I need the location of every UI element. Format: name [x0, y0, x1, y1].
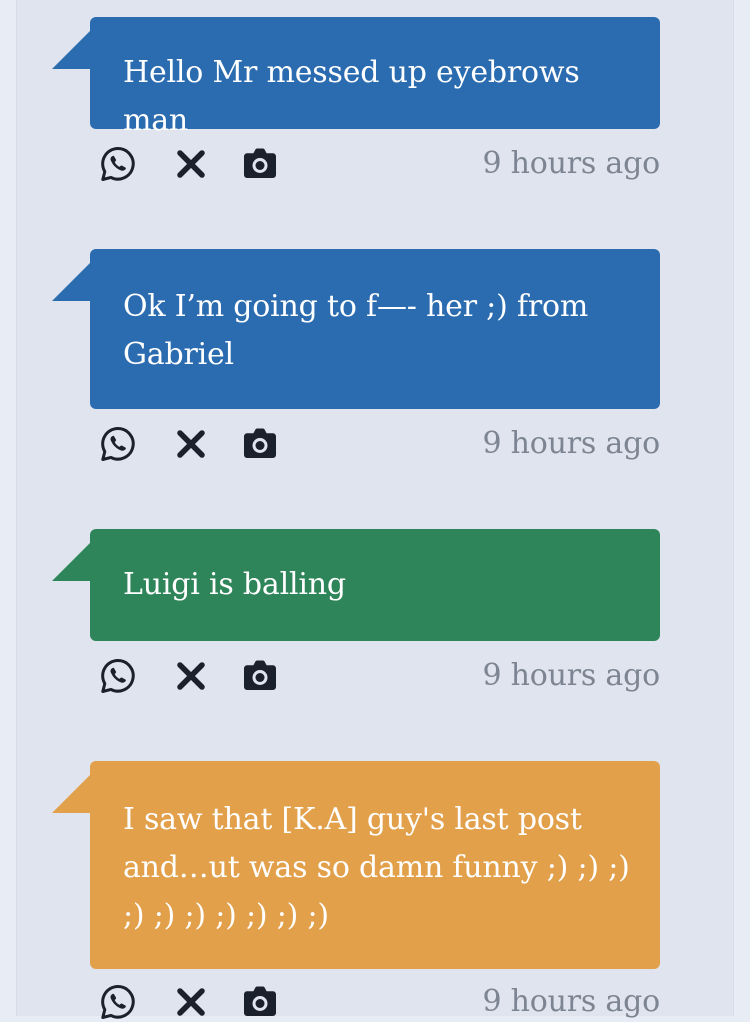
message-actions: 9 hours ago: [98, 424, 660, 464]
whatsapp-icon[interactable]: [98, 424, 138, 464]
message-bubble: Hello Mr messed up eyebrows man: [52, 17, 660, 138]
message-actions: 9 hours ago: [98, 144, 660, 184]
message-actions: 9 hours ago: [98, 656, 660, 696]
whatsapp-icon[interactable]: [98, 656, 138, 696]
message-text: Ok I’m going to f—- her ;) from Gabriel: [123, 289, 589, 372]
message-actions: 9 hours ago: [98, 982, 660, 1022]
whatsapp-icon[interactable]: [98, 982, 138, 1022]
message-bubble: I saw that [K.A] guy's last post and…ut …: [52, 761, 660, 969]
close-icon[interactable]: [171, 982, 211, 1022]
close-icon[interactable]: [171, 656, 211, 696]
timestamp: 9 hours ago: [482, 146, 660, 181]
bubble-tail: [52, 541, 92, 581]
camera-icon[interactable]: [240, 424, 280, 464]
bubble-tail: [52, 773, 92, 813]
message-text: I saw that [K.A] guy's last post and…ut …: [123, 802, 630, 933]
bubble-tail: [52, 29, 92, 69]
camera-icon[interactable]: [240, 144, 280, 184]
message-feed: Hello Mr messed up eyebrows man 9 hours …: [0, 0, 750, 1019]
message-bubble: Luigi is balling: [52, 529, 660, 641]
camera-icon[interactable]: [240, 982, 280, 1022]
close-icon[interactable]: [171, 144, 211, 184]
message-text: Hello Mr messed up eyebrows man: [123, 55, 580, 138]
camera-icon[interactable]: [240, 656, 280, 696]
whatsapp-icon[interactable]: [98, 144, 138, 184]
timestamp: 9 hours ago: [482, 658, 660, 693]
bubble-tail: [52, 261, 92, 301]
close-icon[interactable]: [171, 424, 211, 464]
timestamp: 9 hours ago: [482, 984, 660, 1019]
timestamp: 9 hours ago: [482, 426, 660, 461]
message-text: Luigi is balling: [123, 567, 346, 602]
message-bubble: Ok I’m going to f—- her ;) from Gabriel: [52, 249, 660, 409]
